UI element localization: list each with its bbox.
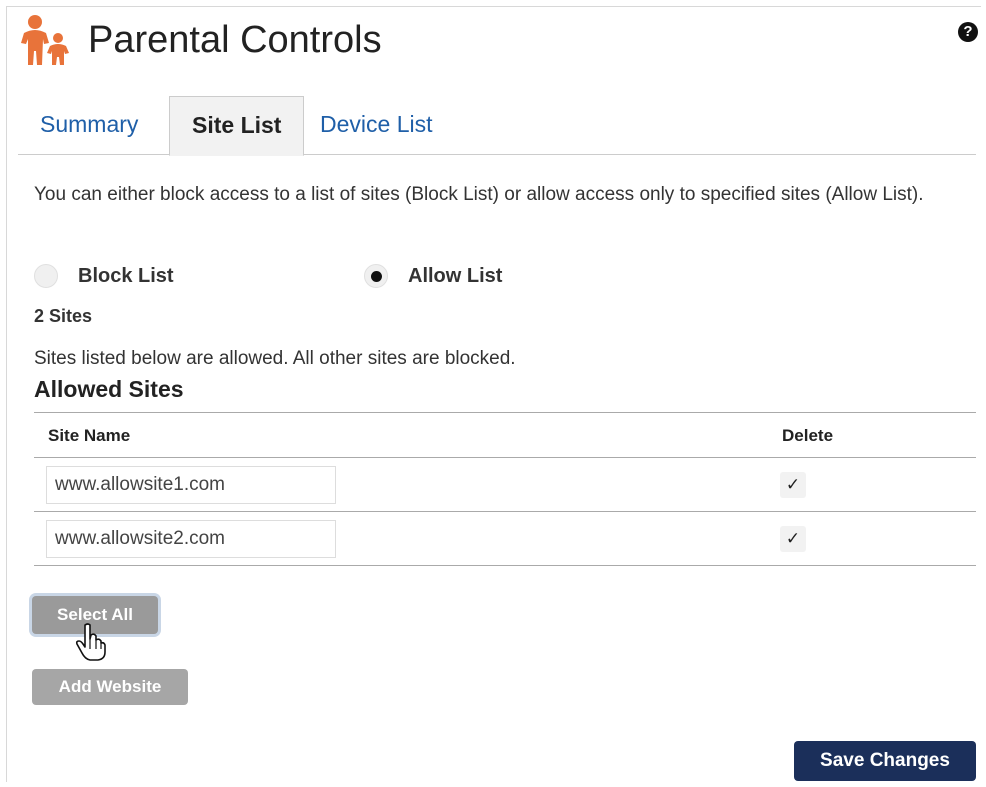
section-title: Allowed Sites — [34, 376, 184, 402]
delete-checkbox[interactable]: ✓ — [780, 472, 806, 498]
tab-bar: Summary Site List Device List — [18, 96, 976, 156]
page-title: Parental Controls — [88, 18, 382, 61]
block-list-option[interactable]: Block List — [34, 264, 174, 288]
tab-site-list[interactable]: Site List — [169, 96, 305, 156]
allowed-note: Sites listed below are allowed. All othe… — [34, 348, 516, 369]
table-row: ✓ — [34, 512, 976, 566]
table-row: ✓ — [34, 458, 976, 512]
block-list-label: Block List — [78, 264, 174, 287]
tab-summary[interactable]: Summary — [18, 96, 160, 153]
site-name-input[interactable] — [46, 466, 336, 504]
description-text: You can either block access to a list of… — [34, 184, 924, 205]
column-site-name: Site Name — [48, 426, 131, 445]
hand-pointer-icon — [75, 623, 106, 661]
table-header: Site Name Delete — [34, 412, 976, 458]
page-header: Parental Controls — [18, 12, 382, 68]
column-delete: Delete — [782, 426, 834, 445]
allow-list-label: Allow List — [408, 264, 503, 287]
site-count: 2 Sites — [34, 306, 93, 326]
save-changes-button[interactable]: Save Changes — [794, 741, 976, 781]
site-name-input[interactable] — [46, 520, 336, 558]
question-circle-icon[interactable]: ? — [958, 22, 978, 42]
delete-checkbox[interactable]: ✓ — [780, 526, 806, 552]
sites-table: Site Name Delete ✓ ✓ — [34, 412, 976, 566]
allow-list-radio[interactable] — [364, 264, 388, 288]
family-icon — [21, 15, 69, 65]
add-website-button[interactable]: Add Website — [32, 669, 188, 705]
allow-list-option[interactable]: Allow List — [364, 264, 502, 288]
block-list-radio[interactable] — [34, 264, 58, 288]
tab-device-list[interactable]: Device List — [298, 96, 454, 153]
